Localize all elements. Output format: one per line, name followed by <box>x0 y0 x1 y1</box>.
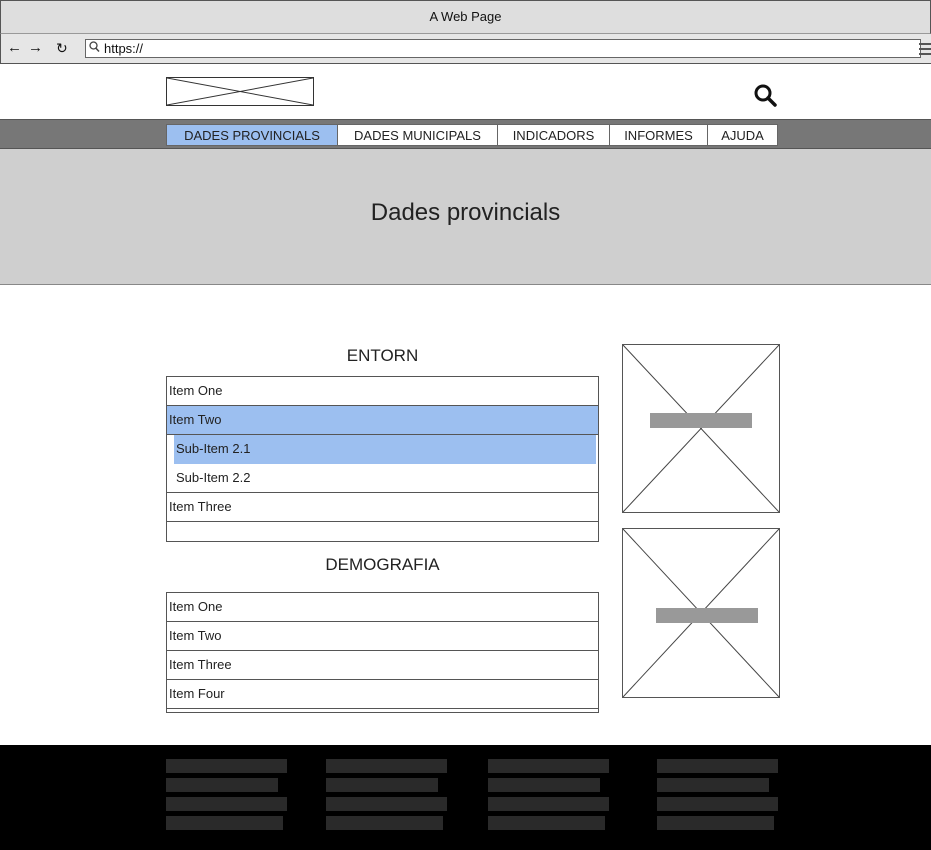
site-logo[interactable] <box>166 77 314 106</box>
footer-link-placeholder[interactable] <box>488 778 600 792</box>
search-icon[interactable] <box>753 83 779 109</box>
window-title: A Web Page <box>429 9 502 24</box>
footer-link-placeholder[interactable] <box>488 797 609 811</box>
page-banner: Dades provincials <box>0 149 931 285</box>
list-sub-item[interactable]: Sub-Item 2.1 <box>174 435 596 464</box>
footer-link-placeholder[interactable] <box>326 797 447 811</box>
image-placeholder <box>622 528 780 698</box>
footer-link-placeholder[interactable] <box>166 778 278 792</box>
list-item[interactable]: Item One <box>167 593 598 622</box>
caption-placeholder-bar <box>650 413 752 428</box>
list-sub-item[interactable]: Sub-Item 2.2 <box>167 464 598 493</box>
list-item[interactable]: Item Two <box>167 622 598 651</box>
tab-dades-municipals[interactable]: DADES MUNICIPALS <box>338 124 498 146</box>
footer-link-placeholder[interactable] <box>488 816 605 830</box>
footer-link-placeholder[interactable] <box>326 816 443 830</box>
list-item[interactable]: Item One <box>167 377 598 406</box>
forward-arrow-icon[interactable]: → <box>28 40 43 56</box>
footer-link-placeholder[interactable] <box>657 778 769 792</box>
list-item[interactable]: Item Two <box>167 406 598 435</box>
footer-link-placeholder[interactable] <box>326 759 447 773</box>
footer-link-placeholder[interactable] <box>166 797 287 811</box>
footer-link-placeholder[interactable] <box>657 816 774 830</box>
tab-informes[interactable]: INFORMES <box>610 124 708 146</box>
main-navigation: DADES PROVINCIALS DADES MUNICIPALS INDIC… <box>0 119 931 149</box>
back-arrow-icon[interactable]: ← <box>7 40 22 56</box>
tab-ajuda[interactable]: AJUDA <box>708 124 778 146</box>
footer-link-placeholder[interactable] <box>488 759 609 773</box>
reload-icon[interactable]: ↻ <box>56 40 68 56</box>
url-text: https:// <box>104 41 144 56</box>
entorn-list: Item One Item Two Sub-Item 2.1 Sub-Item … <box>166 376 599 542</box>
list-item[interactable]: Item Four <box>167 680 598 709</box>
footer-link-placeholder[interactable] <box>326 778 438 792</box>
hamburger-menu-icon[interactable] <box>919 40 931 57</box>
browser-address-bar: ← → ↻ https:// <box>0 34 931 64</box>
footer-link-placeholder[interactable] <box>657 759 778 773</box>
magnifier-icon <box>89 41 100 58</box>
nav-tabs: DADES PROVINCIALS DADES MUNICIPALS INDIC… <box>166 124 778 146</box>
tab-dades-provincials[interactable]: DADES PROVINCIALS <box>166 124 338 146</box>
footer-link-placeholder[interactable] <box>166 759 287 773</box>
section-heading-demografia: DEMOGRAFIA <box>325 555 440 574</box>
list-item[interactable]: Item Three <box>167 493 598 522</box>
page-footer <box>0 745 931 850</box>
caption-placeholder-bar <box>656 608 758 623</box>
demografia-list: Item One Item Two Item Three Item Four <box>166 592 599 713</box>
image-placeholder <box>622 344 780 513</box>
footer-link-placeholder[interactable] <box>166 816 283 830</box>
url-input[interactable]: https:// <box>85 39 921 58</box>
browser-title-bar: A Web Page <box>0 0 931 34</box>
page-title: Dades provincials <box>370 199 561 226</box>
tab-indicadors[interactable]: INDICADORS <box>498 124 610 146</box>
section-heading-entorn: ENTORN <box>346 346 419 365</box>
footer-link-placeholder[interactable] <box>657 797 778 811</box>
list-item[interactable]: Item Three <box>167 651 598 680</box>
